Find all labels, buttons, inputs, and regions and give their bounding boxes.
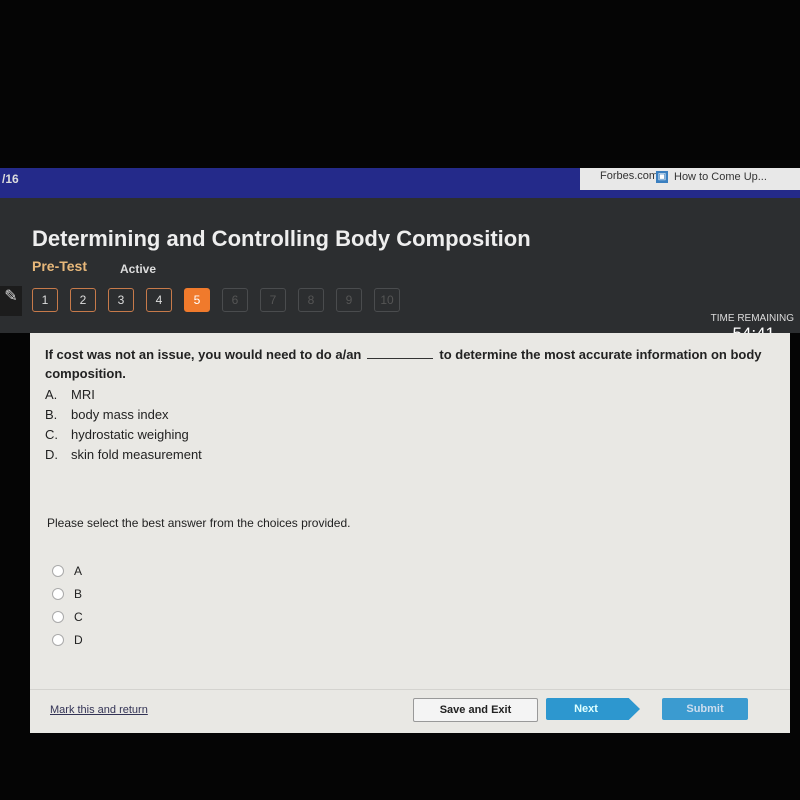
question-8-button: 8 xyxy=(298,288,324,312)
test-status: Active xyxy=(120,262,157,276)
question-9-button: 9 xyxy=(336,288,362,312)
question-4-button[interactable]: 4 xyxy=(146,288,172,312)
answer-blank xyxy=(367,358,434,359)
bookmarks-bar: Forbes.com ▣ How to Come Up... xyxy=(580,168,800,190)
test-mode: Pre-Test xyxy=(32,258,87,274)
question-3-button[interactable]: 3 xyxy=(108,288,134,312)
choice-d: D. skin fold measurement xyxy=(45,447,202,462)
save-and-exit-button[interactable]: Save and Exit xyxy=(413,698,538,722)
bookmark-how-to[interactable]: ▣ How to Come Up... xyxy=(656,171,767,184)
footer-bar: Mark this and return Save and Exit Next … xyxy=(30,689,790,734)
answer-prompt: Please select the best answer from the c… xyxy=(47,516,351,530)
choice-c: C. hydrostatic weighing xyxy=(45,427,189,442)
option-b[interactable]: B xyxy=(52,582,83,605)
answer-options: A B C D xyxy=(52,559,83,651)
question-part-1: If cost was not an issue, you would need… xyxy=(45,347,362,362)
choice-b: B. body mass index xyxy=(45,407,169,422)
page-title: Determining and Controlling Body Composi… xyxy=(32,226,531,251)
question-6-button: 6 xyxy=(222,288,248,312)
question-2-button[interactable]: 2 xyxy=(70,288,96,312)
timer-label: TIME REMAINING xyxy=(710,313,794,324)
pencil-icon[interactable]: ✎ xyxy=(0,286,22,316)
question-text: If cost was not an issue, you would need… xyxy=(45,345,780,383)
mark-and-return-link[interactable]: Mark this and return xyxy=(50,704,148,716)
radio-c[interactable] xyxy=(52,610,64,623)
question-7-button: 7 xyxy=(260,288,286,312)
tab-fragment: /16 xyxy=(2,172,19,186)
radio-d[interactable] xyxy=(52,633,64,646)
test-header: Determining and Controlling Body Composi… xyxy=(0,198,800,343)
question-5-button[interactable]: 5 xyxy=(184,288,210,312)
radio-b[interactable] xyxy=(52,587,64,600)
bookmark-forbes[interactable]: Forbes.com xyxy=(600,170,658,182)
submit-button[interactable]: Submit xyxy=(662,698,748,720)
bookmark-label: How to Come Up... xyxy=(674,171,767,183)
question-nav: 1 2 3 4 5 6 7 8 9 10 xyxy=(32,288,400,312)
browser-bar: /16 Forbes.com ▣ How to Come Up... xyxy=(0,168,800,198)
option-c[interactable]: C xyxy=(52,605,83,628)
question-1-button[interactable]: 1 xyxy=(32,288,58,312)
radio-a[interactable] xyxy=(52,564,64,577)
option-d[interactable]: D xyxy=(52,628,83,651)
question-10-button: 10 xyxy=(374,288,400,312)
option-a[interactable]: A xyxy=(52,559,83,582)
choice-a: A. MRI xyxy=(45,387,95,402)
choice-list: A. MRI B. body mass index C. hydrostatic we… xyxy=(45,385,202,465)
question-panel: If cost was not an issue, you would need… xyxy=(30,333,790,733)
bookmark-favicon-icon: ▣ xyxy=(656,171,668,184)
next-button[interactable]: Next xyxy=(546,698,640,720)
